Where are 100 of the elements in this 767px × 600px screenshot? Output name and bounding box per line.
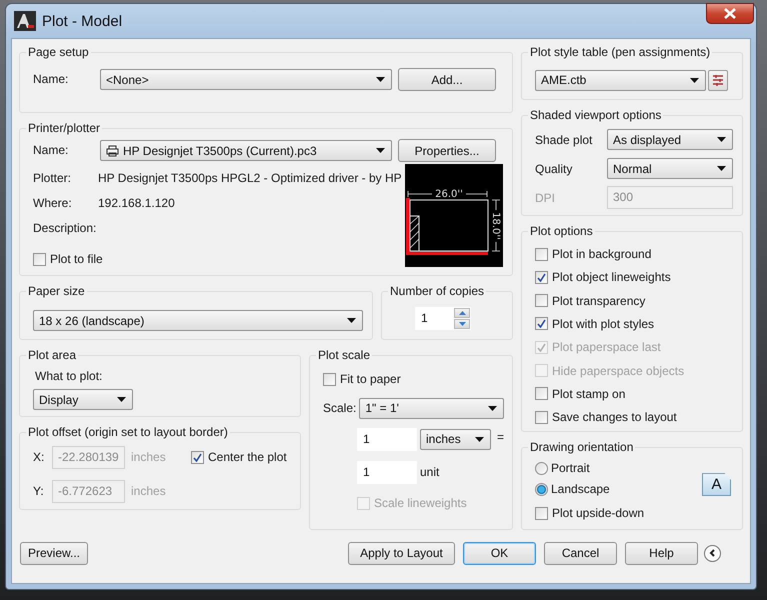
dialog-button[interactable]: Apply to Layout [348, 542, 455, 565]
checkbox[interactable] [535, 248, 548, 261]
section-title: Drawing orientation [529, 440, 634, 454]
up-arrow-icon [458, 310, 466, 315]
info-label: Where: [33, 195, 73, 212]
paper-size-dropdown[interactable]: 18 x 26 (landscape) [33, 310, 363, 332]
window-title: Plot - Model [42, 12, 122, 30]
field-label: Name: [33, 142, 70, 160]
caret-icon [488, 406, 497, 411]
orientation-icon: A [702, 473, 731, 496]
spin-up-button[interactable] [454, 308, 470, 318]
paper-preview-drawing: 26.0'' 18.0'' [405, 164, 503, 268]
caret-icon [717, 166, 726, 172]
page-setup-dropdown[interactable]: <None> [100, 69, 392, 90]
section-title: Number of copies [389, 284, 486, 298]
section-title: Plot style table (pen assignments) [529, 45, 712, 59]
caret-icon [376, 148, 385, 154]
info-value: 192.168.1.120 [98, 195, 175, 212]
checkbox[interactable] [535, 294, 548, 308]
checkbox[interactable] [535, 387, 548, 400]
close-button[interactable] [706, 3, 754, 24]
caret-icon [717, 137, 726, 142]
checkbox-label: Save changes to layout [552, 409, 677, 426]
section-title: Plot offset (origin set to layout border) [27, 425, 229, 440]
add-button[interactable]: Add... [398, 68, 496, 91]
scale-dropdown[interactable]: 1" = 1' [359, 398, 504, 419]
collapse-button[interactable] [704, 544, 721, 562]
close-icon [724, 8, 736, 19]
checkbox-label: Plot paperspace last [552, 339, 661, 356]
app-icon [14, 11, 36, 31]
what-to-plot-dropdown[interactable]: Display [33, 389, 133, 410]
caret-icon [474, 436, 484, 442]
checkbox-label: Plot upside-down [552, 505, 644, 522]
radio-button[interactable] [535, 482, 548, 496]
field-label: X: [33, 449, 46, 466]
check-icon [193, 452, 202, 462]
checkbox[interactable] [535, 410, 548, 424]
checkbox-label: Plot stamp on [552, 386, 626, 403]
spin-down-button[interactable] [454, 318, 470, 329]
edit-table-button[interactable] [708, 70, 728, 90]
section-title: Plot area [27, 348, 78, 362]
unit-label: unit [420, 464, 440, 482]
section-title: Plot options [529, 224, 594, 238]
caret-icon [117, 397, 126, 402]
option-dropdown[interactable]: Normal [607, 158, 733, 180]
equals-sign: = [496, 429, 504, 446]
field-label: DPI [535, 190, 556, 207]
checkbox-label: Scale lineweights [374, 495, 467, 512]
info-label: Description: [33, 220, 94, 238]
checkbox-label: Plot in background [552, 246, 652, 264]
checkbox-label: Hide paperspace objects [552, 362, 684, 380]
checkbox[interactable] [535, 317, 548, 330]
checkbox[interactable] [535, 270, 548, 284]
caret-icon [347, 318, 356, 324]
info-value: HP Designjet T3500ps HPGL2 - Optimized driver - by HP [98, 170, 402, 188]
chevron-left-icon [709, 549, 716, 558]
table-icon [712, 74, 724, 86]
unit-label: inches [131, 483, 167, 500]
field-label: What to plot: [35, 368, 104, 386]
section-title: Plot scale [317, 348, 372, 362]
field-label: Scale: [323, 400, 356, 418]
checkbox-label: Plot to file [50, 251, 103, 268]
option-dropdown[interactable]: As displayed [607, 129, 733, 150]
radio-button[interactable] [535, 462, 548, 475]
dialog-button[interactable]: Help [625, 542, 698, 565]
field-label: Shade plot [535, 132, 594, 149]
unit-label: inches [131, 449, 167, 466]
checkbox-label: Plot transparency [552, 292, 646, 310]
properties-button[interactable]: Properties... [398, 139, 496, 162]
field-label: Name: [33, 71, 70, 88]
printer-icon [106, 144, 119, 157]
plot-style-dropdown[interactable]: AME.ctb [535, 70, 706, 90]
radio-label: Landscape [551, 481, 610, 498]
units-dropdown[interactable]: inches [420, 428, 491, 450]
radio-label: Portrait [551, 460, 590, 478]
checkbox-label: Center the plot [208, 449, 287, 466]
caret-icon [376, 77, 385, 82]
dialog-button[interactable]: OK [463, 542, 536, 565]
check-icon [537, 342, 546, 352]
field-label: Quality [535, 160, 574, 178]
down-arrow-icon [458, 322, 466, 326]
checkbox-label: Plot object lineweights [552, 269, 671, 286]
section-title: Shaded viewport options [529, 108, 662, 122]
checkbox[interactable] [323, 372, 336, 386]
checkbox-label: Fit to paper [340, 371, 401, 388]
scale-field[interactable]: 1 [357, 460, 417, 484]
checkbox[interactable] [33, 252, 46, 266]
check-icon [537, 319, 546, 328]
checkbox[interactable] [535, 506, 548, 520]
section-title: Page setup [27, 45, 90, 59]
field-label: Y: [33, 483, 45, 500]
info-label: Plotter: [33, 170, 72, 188]
section-title: Printer/plotter [27, 121, 102, 136]
preview-button[interactable]: Preview... [20, 542, 88, 565]
scale-field[interactable]: 1 [357, 428, 417, 451]
printer-dropdown[interactable]: HP Designjet T3500ps (Current).pc3 [100, 140, 392, 162]
dialog-button[interactable]: Cancel [544, 542, 617, 565]
section-title: Paper size [27, 284, 86, 298]
check-icon [537, 272, 546, 282]
caret-icon [690, 78, 699, 82]
